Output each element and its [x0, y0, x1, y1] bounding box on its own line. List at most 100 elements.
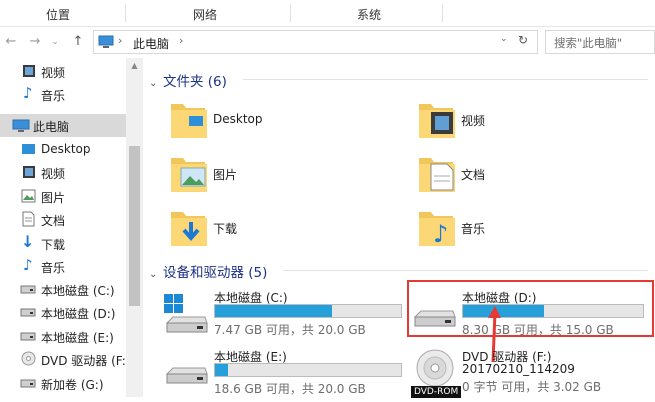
folder-label: 音乐: [461, 222, 486, 236]
sidebar-item-label: 音乐: [41, 89, 66, 103]
search-placeholder: 搜索"此电脑": [554, 36, 623, 50]
capacity-fill: [215, 364, 229, 376]
drive-dvd-f[interactable]: DVD-ROM DVD 驱动器 (F:) 20170210_114209 0 字…: [411, 346, 651, 402]
sidebar-item-documents[interactable]: 文档: [0, 208, 126, 231]
folder-label: 文档: [461, 168, 486, 182]
breadcrumb-this-pc[interactable]: 此电脑: [133, 35, 169, 52]
capacity-bar: [214, 304, 402, 318]
drive-capacity-text: 0 字节 可用，共 3.02 GB: [462, 380, 602, 394]
forward-button[interactable]: →: [27, 34, 43, 50]
content-pane: ⌄ 文件夹 (6) Desktop 视频 图片 文档 下载 ♪ 音乐 ⌄ 设备和…: [143, 58, 655, 398]
folder-downloads[interactable]: 下载: [169, 206, 369, 254]
sidebar-item-new-volume-g[interactable]: 新加卷 (G:): [0, 372, 126, 395]
folder-documents[interactable]: 文档: [417, 152, 617, 200]
red-highlight-box: [407, 280, 654, 337]
tab-location[interactable]: 位置: [46, 6, 70, 23]
sidebar-item-pictures[interactable]: 图片: [0, 185, 126, 208]
drive-icon: [20, 379, 36, 388]
capacity-fill: [215, 305, 333, 317]
drive-icon: [165, 367, 208, 384]
sidebar-item-desktop[interactable]: Desktop: [0, 138, 126, 161]
capacity-bar: [214, 363, 402, 377]
breadcrumb-chevron-icon[interactable]: ›: [118, 34, 122, 47]
drive-e[interactable]: 本地磁盘 (E:) 18.6 GB 可用，共 20.0 GB: [163, 346, 403, 402]
back-button[interactable]: ←: [3, 34, 19, 50]
sidebar-scrollbar[interactable]: ▲: [126, 58, 143, 397]
navigation-pane: 视频 ♪ 音乐 此电脑 Desktop 视频 图片 文档 ↓ 下载 ♪ 音乐 本…: [0, 58, 143, 397]
drive-capacity-text: 7.47 GB 可用，共 20.0 GB: [214, 323, 366, 337]
download-icon: ↓: [21, 232, 35, 251]
folder-music[interactable]: ♪ 音乐: [417, 206, 617, 254]
collapse-chevron-icon[interactable]: ⌄: [149, 269, 163, 280]
document-icon: [22, 211, 35, 227]
sidebar-item-this-pc[interactable]: 此电脑: [0, 114, 126, 137]
sidebar-item-label: 此电脑: [33, 120, 70, 134]
folder-label: Desktop: [213, 112, 263, 126]
desktop-folder-icon: [171, 104, 207, 138]
drive-icon: [20, 308, 36, 317]
sidebar-item-label: 图片: [41, 191, 66, 205]
sidebar-item-label: 音乐: [41, 261, 66, 275]
group-header-label: 文件夹 (6): [163, 74, 227, 90]
group-header-folders[interactable]: ⌄ 文件夹 (6): [149, 70, 227, 90]
folder-videos[interactable]: 视频: [417, 98, 617, 146]
drive-volume-label: 20170210_114209: [462, 362, 575, 376]
sidebar-item-label: 本地磁盘 (E:): [41, 331, 114, 345]
ribbon-divider: [290, 4, 291, 22]
sidebar-item-label: 视频: [41, 66, 66, 80]
music-folder-icon: ♪: [419, 212, 455, 248]
search-input[interactable]: 搜索"此电脑": [545, 30, 655, 54]
sidebar-item-label: 本地磁盘 (D:): [41, 307, 116, 321]
up-button[interactable]: ↑: [70, 34, 86, 50]
sidebar-item-drive-d[interactable]: 本地磁盘 (D:): [0, 301, 126, 324]
desktop-icon: [22, 144, 35, 154]
music-icon: ♪: [23, 84, 33, 102]
sidebar-item-label: 视频: [41, 167, 66, 181]
sidebar-item-label: Desktop: [41, 142, 91, 156]
sidebar-item-music[interactable]: ♪ 音乐: [0, 83, 126, 106]
sidebar-item-downloads[interactable]: ↓ 下载: [0, 232, 126, 255]
address-dropdown-icon[interactable]: ⌄: [500, 34, 508, 44]
collapse-chevron-icon[interactable]: ⌄: [149, 78, 163, 89]
dvd-icon: [416, 349, 454, 387]
ribbon-divider: [125, 4, 126, 22]
sidebar-item-videos[interactable]: 视频: [0, 161, 126, 184]
group-divider: [283, 270, 648, 271]
group-divider: [243, 79, 648, 80]
dvd-icon: [21, 351, 36, 366]
drive-icon: [20, 285, 36, 294]
group-header-devices[interactable]: ⌄ 设备和驱动器 (5): [149, 261, 267, 281]
svg-text:♪: ♪: [433, 220, 448, 248]
folder-desktop[interactable]: Desktop: [169, 98, 369, 146]
scroll-up-icon[interactable]: ▲: [129, 61, 140, 70]
sidebar-item-dvd-f[interactable]: DVD 驱动器 (F:): [0, 348, 131, 371]
refresh-icon[interactable]: ↻: [518, 33, 528, 47]
tab-system[interactable]: 系统: [357, 6, 381, 23]
drive-icon: [164, 294, 208, 333]
sidebar-item-label: 文档: [41, 214, 66, 228]
ribbon: 位置 网络 系统: [0, 0, 655, 27]
picture-folder-icon: [171, 158, 207, 192]
folder-label: 下载: [213, 222, 238, 236]
music-icon: ♪: [23, 256, 33, 274]
drive-c[interactable]: 本地磁盘 (C:) 7.47 GB 可用，共 20.0 GB: [163, 287, 403, 343]
sidebar-item-drive-e[interactable]: 本地磁盘 (E:): [0, 325, 126, 348]
dvd-rom-label: DVD-ROM: [411, 386, 462, 398]
computer-icon: [12, 119, 30, 132]
scrollbar-thumb[interactable]: [129, 146, 140, 306]
breadcrumb-chevron-icon[interactable]: ›: [179, 34, 183, 47]
sidebar-item-drive-c[interactable]: 本地磁盘 (C:): [0, 278, 126, 301]
address-bar[interactable]: › 此电脑 › ⌄ ↻: [93, 30, 538, 54]
folder-pictures[interactable]: 图片: [169, 152, 369, 200]
sidebar-item-videos[interactable]: 视频: [0, 60, 126, 83]
tab-network[interactable]: 网络: [193, 6, 217, 23]
folder-label: 图片: [213, 168, 238, 182]
computer-icon: [98, 35, 114, 48]
video-icon: [23, 166, 35, 178]
recent-dropdown-icon[interactable]: ⌄: [47, 34, 63, 50]
download-folder-icon: [171, 212, 207, 246]
sidebar-item-label: 下载: [41, 238, 66, 252]
sidebar-item-music[interactable]: ♪ 音乐: [0, 255, 126, 278]
ribbon-divider: [442, 4, 443, 22]
sidebar-item-label: 本地磁盘 (C:): [41, 284, 115, 298]
